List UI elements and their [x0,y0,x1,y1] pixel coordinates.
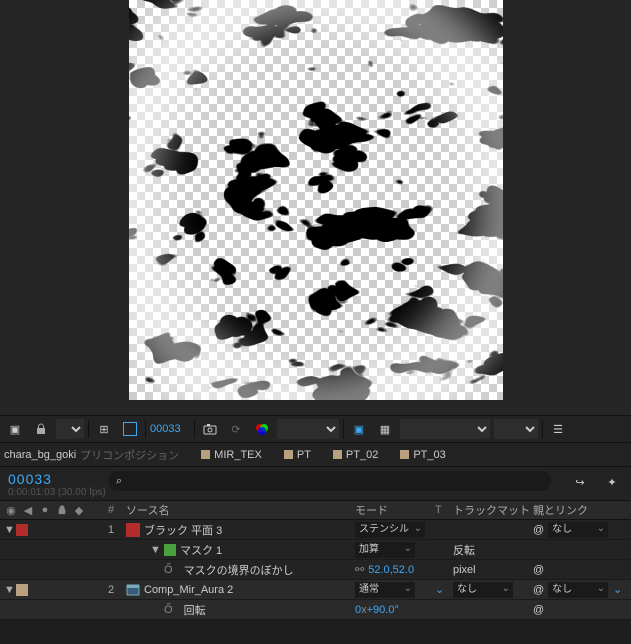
name-column[interactable]: ソース名 [126,502,355,518]
solo-column-icon[interactable]: ● [38,503,52,517]
layer-index: 1 [108,524,126,536]
composition-preview[interactable] [129,0,503,400]
search-input[interactable] [128,475,543,487]
tab-pt-02[interactable]: PT_02 [333,449,378,461]
mask-color[interactable] [164,544,176,556]
pickwhip-icon[interactable]: @ [533,584,544,596]
preview-toolbar: ▣ 50 % ⊞ 00033 ⟳ フル画質 ▣ ▦ アクティブカメラ 1画面 ☰ [0,415,631,443]
preview-area [0,0,631,415]
layer-row-2[interactable]: ▼ 2 Comp_Mir_Aura 2 通常 ⌄ なし @なし ⌄ [0,580,631,600]
num-column[interactable]: # [108,504,126,516]
solid-icon [126,523,140,537]
stopwatch-icon[interactable]: Ő [164,604,173,616]
comp-icon [126,583,140,597]
t-column[interactable]: T [435,504,453,516]
current-frame[interactable]: 00033 [150,423,190,435]
collapse-icon[interactable]: ☰ [547,418,569,440]
trkmat-select[interactable]: なし [453,582,513,598]
stopwatch-icon[interactable]: Ő [164,564,173,576]
zoom-select[interactable]: 50 % [56,419,84,439]
property-value[interactable]: 52.0,52.0 [368,564,414,576]
rgb-icon[interactable] [251,418,273,440]
tab-pt[interactable]: PT [284,449,311,461]
parent-select[interactable]: なし [548,582,608,598]
tab-chara-bg-goki[interactable]: chara_bg_goki プリコンポジション [4,447,179,463]
label-color[interactable] [16,584,28,596]
blend-mode-select[interactable]: 通常 [355,582,415,598]
camera-select[interactable]: アクティブカメラ [400,419,490,439]
video-column-icon[interactable]: ◉ [4,503,18,517]
column-header: ◉ ◀ ● ◆ # ソース名 モード T トラックマット 親とリンク [0,500,631,520]
rotation-row[interactable]: Ő 回転 0x+90.0° @ [0,600,631,620]
property-name: 回転 [184,602,206,618]
preview-content [129,0,503,400]
twirl-icon[interactable]: ▼ [4,524,14,536]
roi-icon[interactable]: ▣ [348,418,370,440]
channels-icon[interactable]: ⟳ [225,418,247,440]
tab-mir-tex[interactable]: MIR_TEX [201,449,262,461]
pickwhip-icon[interactable]: @ [533,564,544,576]
tab-pt-03[interactable]: PT_03 [400,449,445,461]
pickwhip-icon[interactable]: @ [533,604,544,616]
mask-feather-row[interactable]: Ő マスクの境界のぼかし ⚯ 52.0,52.0 pixel @ [0,560,631,580]
mask-mode-icon[interactable]: ▣ [4,418,26,440]
unit-label: pixel [453,564,476,576]
mask-mode-select[interactable]: 加算 [355,542,415,558]
search-icon: ⌕ [116,475,122,488]
pickwhip-icon[interactable]: @ [533,524,544,536]
grid-icon[interactable] [119,418,141,440]
layer-name[interactable]: ブラック 平面 3 [144,522,222,538]
layer-row-1[interactable]: ▼ 1 ブラック 平面 3 ステンシル @ なし [0,520,631,540]
timeline-header: 00033 0:00:01:03 (30.00 fps) ⌕ ↪ ✦ [0,467,631,500]
trackmatte-column[interactable]: トラックマット [453,502,533,518]
render-queue-icon[interactable]: ✦ [601,471,623,493]
twirl-icon[interactable]: ▼ [150,544,160,556]
layer-index: 2 [108,584,126,596]
label-column-icon[interactable]: ◆ [72,503,86,517]
parent-column[interactable]: 親とリンク [533,502,613,518]
layers-icon[interactable]: ⊞ [93,418,115,440]
transparency-icon[interactable]: ▦ [374,418,396,440]
lock-column-icon[interactable] [55,503,69,517]
lock-icon[interactable] [30,418,52,440]
parent-select[interactable]: なし [548,522,608,538]
mode-column[interactable]: モード [355,502,435,518]
layer-name[interactable]: Comp_Mir_Aura 2 [144,584,233,596]
audio-column-icon[interactable]: ◀ [21,503,35,517]
view-layout-select[interactable]: 1画面 [494,419,538,439]
blend-mode-select[interactable]: ステンシル [355,522,425,538]
rotation-degrees[interactable]: +90.0° [367,604,399,616]
snapshot-icon[interactable] [199,418,221,440]
property-name: マスクの境界のぼかし [184,562,294,578]
resolution-select[interactable]: フル画質 [277,419,339,439]
mask-row[interactable]: ▼ マスク 1 加算 反転 [0,540,631,560]
layer-search[interactable]: ⌕ [108,471,551,491]
panel-tabs: chara_bg_goki プリコンポジション MIR_TEX PT PT_02… [0,443,631,467]
mask-invert-label[interactable]: 反転 [453,542,475,558]
shy-icon[interactable]: ↪ [569,471,591,493]
link-dimensions-icon[interactable]: ⚯ [355,563,364,576]
label-color[interactable] [16,524,28,536]
mask-name[interactable]: マスク 1 [180,542,222,558]
twirl-icon[interactable]: ▼ [4,584,14,596]
